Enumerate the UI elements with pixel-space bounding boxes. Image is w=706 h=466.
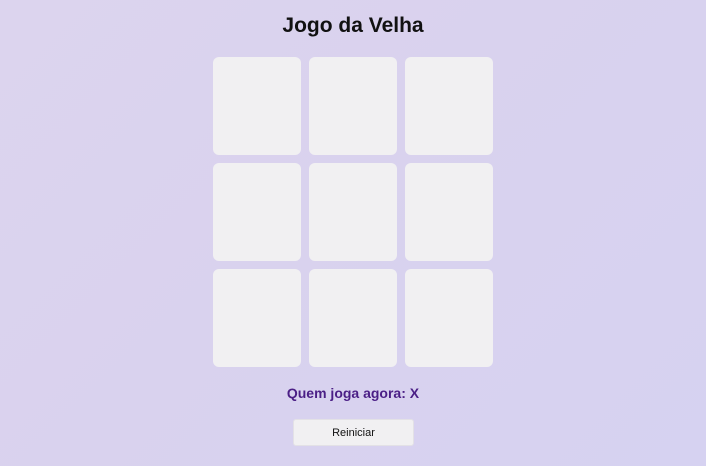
board-cell-1[interactable] [213,57,301,155]
board-cell-6[interactable] [405,163,493,261]
game-board [213,57,493,368]
board-cell-2[interactable] [309,57,397,155]
board-cell-7[interactable] [213,269,301,367]
turn-status-label: Quem joga agora: [286,385,406,401]
board-cell-5[interactable] [309,163,397,261]
current-player: X [409,385,420,401]
board-cell-3[interactable] [405,57,493,155]
reset-button[interactable]: Reiniciar [293,419,414,446]
board-cell-9[interactable] [405,269,493,367]
board-cell-4[interactable] [213,163,301,261]
page-title: Jogo da Velha [282,14,424,37]
turn-status: Quem joga agora: X [0,384,706,402]
board-cell-8[interactable] [309,269,397,367]
